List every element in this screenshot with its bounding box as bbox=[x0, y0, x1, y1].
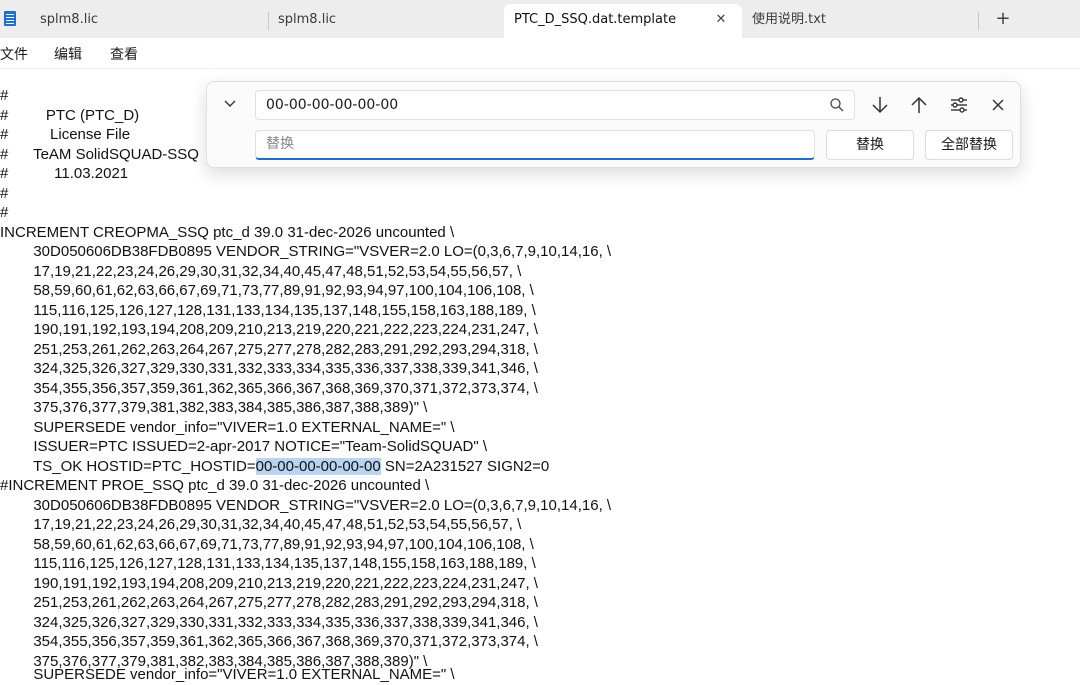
editor-line: # 11.03.2021 bbox=[0, 165, 129, 182]
editor-line: # PTC (PTC_D) bbox=[0, 106, 140, 124]
editor-line: 17,19,21,22,23,24,26,29,30,31,32,34,40,4… bbox=[0, 516, 522, 533]
editor-line: INCREMENT CREOPMA_SSQ ptc_d 39.0 31-dec-… bbox=[0, 223, 455, 241]
find-input[interactable]: 00-00-00-00-00-00 bbox=[255, 90, 855, 120]
editor-line: 375,376,377,379,381,382,383,384,385,386,… bbox=[0, 399, 428, 416]
replace-input-placeholder: 替换 bbox=[266, 136, 294, 152]
editor-line: 30D050606DB38FDB0895 VENDOR_STRING="VSVE… bbox=[0, 496, 612, 514]
editor-line: 30D050606DB38FDB0895 VENDOR_STRING="VSVE… bbox=[0, 243, 612, 260]
editor-line: 324,325,326,327,329,330,331,332,333,334,… bbox=[0, 613, 538, 631]
editor-line: 190,191,192,193,194,208,209,210,213,219,… bbox=[0, 321, 538, 338]
menu-view[interactable]: 查看 bbox=[110, 44, 138, 64]
menu-file[interactable]: 文件 bbox=[0, 44, 28, 64]
toggle-replace-chevron-icon[interactable] bbox=[221, 96, 239, 114]
tab-label: splm8.lic bbox=[278, 12, 337, 27]
editor-line: ISSUER=PTC ISSUED=2-apr-2017 NOTICE="Tea… bbox=[0, 438, 488, 455]
tab-label: PTC_D_SSQ.dat.template bbox=[514, 12, 677, 27]
search-icon[interactable] bbox=[828, 96, 846, 114]
editor-line: 354,355,356,357,359,361,362,365,366,367,… bbox=[0, 633, 538, 650]
editor-line: #INCREMENT PROE_SSQ ptc_d 39.0 31-dec-20… bbox=[0, 477, 430, 494]
tab-bar: splm8.lic splm8.lic PTC_D_SSQ.dat.templa… bbox=[0, 0, 1080, 38]
find-input-value: 00-00-00-00-00-00 bbox=[266, 97, 399, 113]
editor-line: 115,116,125,126,127,128,131,133,134,135,… bbox=[0, 555, 536, 572]
hostid-prefix: TS_OK HOSTID=PTC_HOSTID= bbox=[0, 457, 256, 475]
editor-line: 354,355,356,357,359,361,362,365,366,367,… bbox=[0, 379, 538, 397]
menu-bar: 文件 编辑 查看 bbox=[0, 38, 1080, 68]
editor-line: # License File bbox=[0, 126, 131, 143]
editor-line: 58,59,60,61,62,63,66,67,69,71,73,77,89,9… bbox=[0, 282, 534, 299]
editor-line: SUPERSEDE vendor_info="VIVER=1.0 EXTERNA… bbox=[0, 666, 455, 683]
search-options-sliders-icon[interactable] bbox=[948, 94, 970, 116]
editor-line: # bbox=[0, 184, 9, 202]
editor-line: # bbox=[0, 87, 9, 104]
tab-usage-instructions[interactable]: 使用说明.txt bbox=[742, 4, 978, 38]
editor-line: 115,116,125,126,127,128,131,133,134,135,… bbox=[0, 301, 536, 319]
tab-separator bbox=[978, 12, 979, 30]
hostid-suffix: SN=2A231527 SIGN2=0 bbox=[380, 457, 550, 475]
close-find-panel-icon[interactable] bbox=[987, 94, 1009, 116]
find-next-arrow-down-icon[interactable] bbox=[869, 94, 891, 116]
editor-line: 58,59,60,61,62,63,66,67,69,71,73,77,89,9… bbox=[0, 535, 534, 553]
tab-label: 使用说明.txt bbox=[752, 12, 827, 27]
new-tab-plus-icon[interactable]: + bbox=[993, 9, 1013, 29]
find-previous-arrow-up-icon[interactable] bbox=[908, 94, 930, 116]
tab-label: splm8.lic bbox=[40, 12, 99, 27]
editor-line: 251,253,261,262,263,264,267,275,277,278,… bbox=[0, 594, 538, 611]
editor-line: # bbox=[0, 204, 9, 221]
editor-line: # TeAM SolidSQUAD-SSQ bbox=[0, 145, 199, 163]
editor-line: 17,19,21,22,23,24,26,29,30,31,32,34,40,4… bbox=[0, 262, 522, 280]
replace-button[interactable]: 替换 bbox=[826, 130, 914, 160]
replace-input[interactable]: 替换 bbox=[255, 130, 815, 160]
editor-line: SUPERSEDE vendor_info="VIVER=1.0 EXTERNA… bbox=[0, 418, 455, 436]
close-tab-icon[interactable]: ✕ bbox=[714, 13, 728, 27]
menu-edit[interactable]: 编辑 bbox=[54, 44, 82, 64]
editor-line: 324,325,326,327,329,330,331,332,333,334,… bbox=[0, 360, 538, 377]
tab-ptc-d-ssq-template[interactable]: PTC_D_SSQ.dat.template ✕ bbox=[504, 4, 742, 38]
find-replace-panel: 00-00-00-00-00-00 替换 替换 全部替换 bbox=[206, 81, 1021, 168]
replace-all-button[interactable]: 全部替换 bbox=[925, 130, 1013, 160]
editor-line: 251,253,261,262,263,264,267,275,277,278,… bbox=[0, 340, 538, 358]
search-match-highlight: 00-00-00-00-00-00 bbox=[255, 457, 381, 475]
tab-splm8-lic-1[interactable]: splm8.lic bbox=[30, 4, 268, 38]
editor-line-hostid: TS_OK HOSTID=PTC_HOSTID=00-00-00-00-00-0… bbox=[0, 457, 549, 477]
editor-line: 190,191,192,193,194,208,209,210,213,219,… bbox=[0, 574, 538, 592]
tab-splm8-lic-2[interactable]: splm8.lic bbox=[268, 4, 504, 38]
notepad-icon bbox=[4, 11, 16, 26]
